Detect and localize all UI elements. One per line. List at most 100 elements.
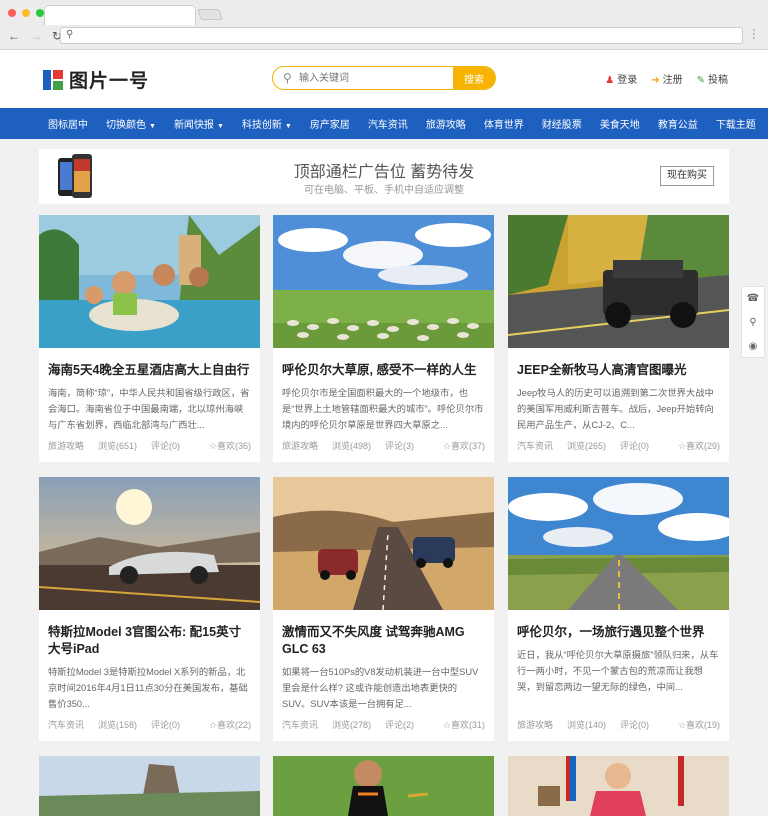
register-link[interactable]: ➜ 注册: [651, 71, 682, 86]
browser-chrome: ← → ↻ ⚲ · · ·: [0, 0, 768, 50]
search-input[interactable]: [299, 67, 449, 89]
article-image[interactable]: [39, 756, 260, 816]
nav-item[interactable]: 下载主题: [716, 116, 756, 131]
nav-item[interactable]: 科技创新 ▼: [242, 116, 292, 131]
category-link[interactable]: 汽车资讯: [282, 718, 318, 731]
edit-icon: ✎: [696, 75, 705, 86]
article-card[interactable]: 呼伦贝尔，一场旅行遇见整个世界 近日，我从“呼伦贝尔大草原摄旅”领队归来，从车行…: [508, 477, 738, 741]
nav-item-label: 下载主题: [715, 120, 756, 131]
weibo-icon[interactable]: ◉: [742, 335, 764, 359]
category-link[interactable]: 汽车资讯: [48, 718, 84, 731]
article-image: [273, 215, 494, 348]
nav-item[interactable]: 旅游攻略: [426, 116, 466, 131]
comment-count: 评论(0): [620, 441, 650, 451]
article-title[interactable]: 激情而又不失风度 试驾奔驰AMG GLC 63: [273, 615, 494, 658]
article-excerpt: 如果将一台510Ps的V8发动机装进一台中型SUV里会是什么样? 这或许能创造出…: [282, 667, 479, 709]
nav-item[interactable]: 财经股票: [542, 116, 582, 131]
category-link[interactable]: 旅游攻略: [517, 718, 553, 731]
nav-item[interactable]: 美食天地: [600, 116, 640, 131]
nav-item-label: 美食天地: [599, 120, 640, 131]
like-button[interactable]: ☆喜欢(31): [443, 718, 485, 731]
like-button[interactable]: ☆喜欢(37): [443, 439, 485, 452]
user-links: ♟ 登录 ➜ 注册 ✎ 投稿: [605, 71, 728, 86]
site-header: 图片一号 ⚲ 搜索 ♟登录 ➜注册 ✎投稿: [0, 50, 768, 108]
article-title[interactable]: 海南5天4晚全五星酒店高大上自由行: [39, 353, 260, 379]
article-excerpt: 近日，我从“呼伦贝尔大草原摄旅”领队归来，从车行一两小时，不见一个蒙古包的荒凉而…: [517, 650, 719, 692]
thumbs-up-icon: ☆: [677, 720, 686, 730]
article-image: [38, 477, 261, 610]
article-image: [508, 477, 738, 610]
category-link[interactable]: 旅游攻略: [282, 439, 318, 452]
thumbs-up-icon: ☆: [677, 441, 686, 451]
address-bar[interactable]: ⚲: [60, 27, 743, 44]
comment-count: 评论(0): [151, 441, 181, 451]
search-button[interactable]: 搜索: [453, 67, 495, 89]
like-button[interactable]: ☆喜欢(19): [678, 718, 720, 731]
nav-item[interactable]: 体育世界: [484, 116, 524, 131]
nav-item[interactable]: 房产家居: [310, 116, 350, 131]
window-controls: [8, 9, 44, 17]
browser-nav: ← → ↻: [8, 29, 62, 43]
article-image: [507, 215, 730, 348]
article-title[interactable]: 呼伦贝尔，一场旅行遇见整个世界: [508, 615, 729, 641]
category-link[interactable]: 汽车资讯: [517, 439, 553, 452]
forward-icon[interactable]: →: [30, 29, 42, 43]
view-count: 浏览(140): [567, 720, 607, 730]
nav-item[interactable]: 切换颜色 ▼: [106, 116, 156, 131]
new-tab-button[interactable]: [197, 9, 223, 20]
article-title[interactable]: 呼伦贝尔大草原, 感受不一样的人生: [273, 353, 494, 379]
nav-item[interactable]: 新闻快报 ▼: [174, 116, 224, 131]
like-button[interactable]: ☆喜欢(29): [678, 439, 720, 452]
close-window-button[interactable]: [8, 9, 16, 17]
article-title[interactable]: JEEP全新牧马人高清官图曝光: [508, 353, 729, 379]
nav-item-label: 科技创新: [241, 120, 282, 131]
nav-item[interactable]: 汽车资讯: [368, 116, 408, 131]
logo[interactable]: 图片一号: [43, 66, 149, 93]
minimize-window-button[interactable]: [22, 9, 30, 17]
article-meta: 旅游攻略 浏览(498) 评论(3) ☆喜欢(37): [282, 439, 485, 452]
article-meta: 旅游攻略 浏览(140) 评论(0) ☆喜欢(19): [517, 718, 720, 731]
nav-item-label: 房产家居: [309, 120, 350, 131]
nav-item-label: 财经股票: [541, 120, 582, 131]
ad-banner[interactable]: 顶部通栏广告位 蓄势待发 可在电脑、平板、手机中自适应调整 现在购买: [39, 149, 729, 204]
thumbs-up-icon: ☆: [442, 441, 451, 451]
article-card[interactable]: 呼伦贝尔大草原, 感受不一样的人生 呼伦贝尔市是全国面积最大的一个地级市，也是“…: [273, 215, 494, 462]
like-button[interactable]: ☆喜欢(22): [209, 718, 251, 731]
login-link[interactable]: ♟ 登录: [605, 71, 637, 86]
comment-count: 评论(3): [385, 441, 415, 451]
chevron-down-icon: ▼: [216, 123, 224, 130]
browser-menu-icon[interactable]: · · ·: [752, 25, 756, 44]
maximize-window-button[interactable]: [36, 9, 44, 17]
view-count: 浏览(651): [98, 441, 138, 451]
article-title[interactable]: 特斯拉Model 3官图公布: 配15英寸大号iPad: [39, 615, 260, 658]
article-excerpt: 特斯拉Model 3是特斯拉Model X系列的新品，北京时间2016年4月1日…: [48, 667, 248, 709]
thumbs-up-icon: ☆: [208, 441, 217, 451]
nav-item[interactable]: 教育公益: [658, 116, 698, 131]
article-card[interactable]: JEEP全新牧马人高清官图曝光 Jeep牧马人的历史可以追溯到第二次世界大战中的…: [507, 215, 730, 462]
browser-tab[interactable]: [44, 5, 196, 25]
article-card[interactable]: 特斯拉Model 3官图公布: 配15英寸大号iPad 特斯拉Model 3是特…: [38, 477, 261, 741]
article-image[interactable]: [273, 756, 494, 816]
article-meta: 汽车资讯 浏览(265) 评论(0) ☆喜欢(29): [517, 439, 720, 452]
comment-count: 评论(2): [385, 720, 415, 730]
nav-item[interactable]: 图标居中: [48, 116, 88, 131]
nav-item-label: 图标居中: [48, 120, 88, 131]
wechat-icon[interactable]: ⚲: [742, 311, 764, 335]
view-count: 浏览(278): [332, 720, 372, 730]
article-card[interactable]: 激情而又不失风度 试驾奔驰AMG GLC 63 如果将一台510Ps的V8发动机…: [273, 477, 494, 741]
article-card[interactable]: 海南5天4晚全五星酒店高大上自由行 海南，简称“琼”，中华人民共和国省级行政区，…: [39, 215, 260, 462]
search-box: ⚲ 搜索: [272, 66, 496, 90]
article-image: [39, 215, 260, 348]
article-image[interactable]: [508, 756, 729, 816]
phone-icon[interactable]: ☎: [742, 287, 764, 311]
back-icon[interactable]: ←: [8, 29, 20, 43]
buy-now-button[interactable]: 现在购买: [660, 166, 714, 186]
like-button[interactable]: ☆喜欢(36): [209, 439, 251, 452]
nav-item-label: 汽车资讯: [367, 120, 408, 131]
thumbs-up-icon: ☆: [208, 720, 217, 730]
submit-link[interactable]: ✎ 投稿: [697, 71, 728, 86]
article-excerpt: Jeep牧马人的历史可以追溯到第二次世界大战中的美国军用威利斯吉普车。战后，Je…: [517, 388, 714, 430]
category-link[interactable]: 旅游攻略: [48, 439, 84, 452]
search-icon: ⚲: [66, 29, 74, 40]
side-toolbar: ☎ ⚲ ◉: [741, 286, 765, 358]
